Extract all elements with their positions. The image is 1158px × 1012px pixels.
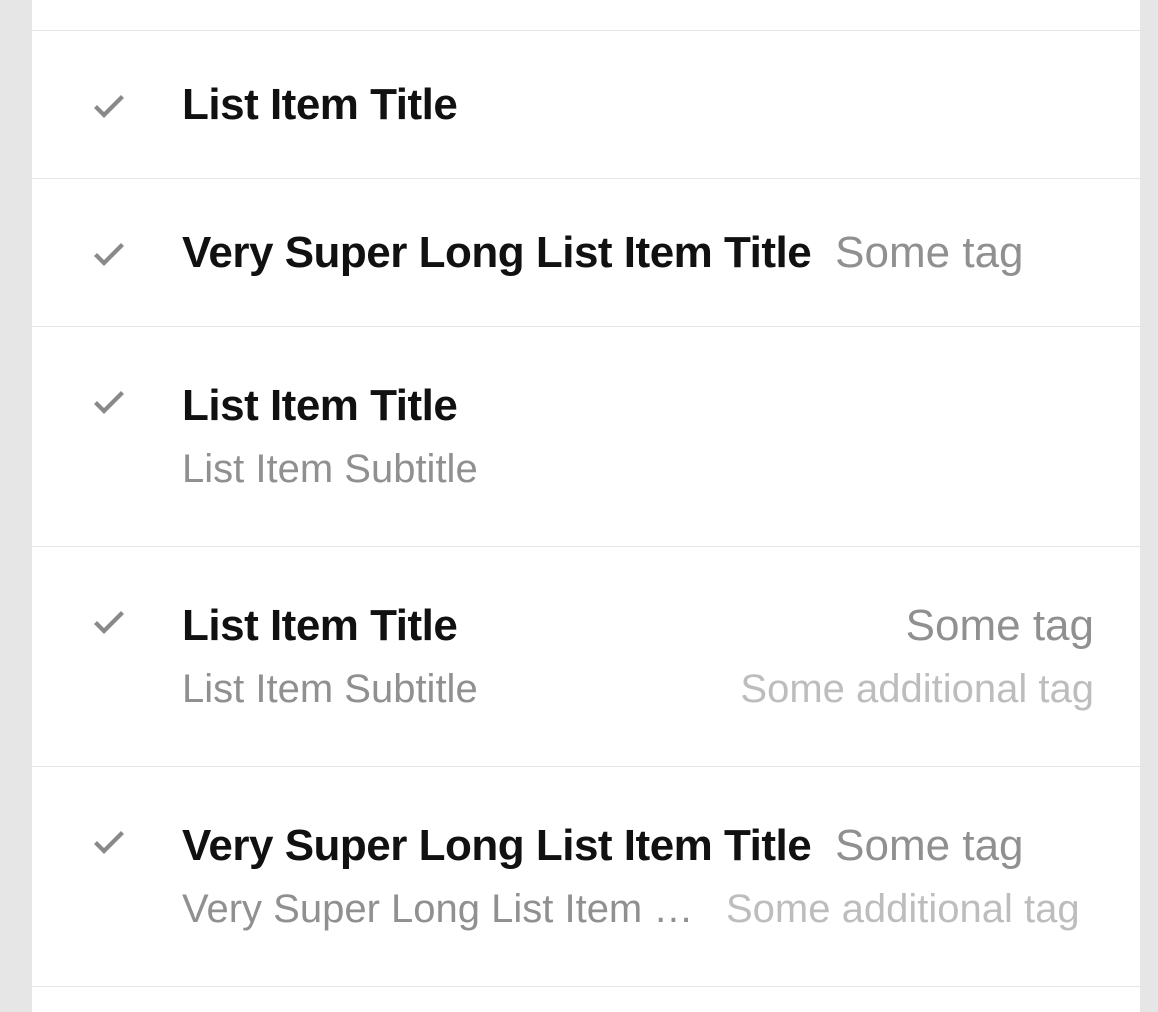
- list-container: List Item Title Very Super Long List Ite…: [32, 0, 1140, 1012]
- check-icon: [84, 381, 134, 421]
- list-item-subtitle: List Item Subtitle: [182, 667, 478, 712]
- check-icon: [84, 601, 134, 641]
- list-item-subtag: Some additional tag: [726, 887, 1080, 932]
- list-item[interactable]: List Item Title List Item Subtitle: [32, 327, 1140, 547]
- list-item-title: Very Super Long List Item Title: [182, 228, 811, 278]
- list-item[interactable]: List Item Title Some tag List Item Subti…: [32, 547, 1140, 767]
- list-item-title: List Item Title: [182, 601, 457, 651]
- list-item[interactable]: Very Super Long List Item Title Some tag…: [32, 767, 1140, 987]
- list-item[interactable]: List Item Title: [32, 31, 1140, 179]
- list-item-title: List Item Title: [182, 381, 457, 431]
- list-item-spacer: [32, 0, 1140, 31]
- list-item-subtitle: List Item Subtitle: [182, 447, 478, 492]
- list-item-subtag: Some additional tag: [716, 667, 1094, 712]
- list-item-tag: Some tag: [882, 601, 1094, 651]
- list-item-content: Very Super Long List Item Title Some tag: [182, 179, 1094, 326]
- list-item-subtitle: Very Super Long List Item Subtitle: [182, 887, 702, 932]
- list-item-content: List Item Title: [182, 31, 1094, 178]
- list-item-content: List Item Title List Item Subtitle: [182, 327, 1094, 546]
- list-item[interactable]: Very Super Long List Item Title Some tag: [32, 179, 1140, 327]
- check-icon: [84, 233, 134, 273]
- list-item-spacer: [32, 987, 1140, 1012]
- list-item-tag: Some tag: [835, 228, 1023, 278]
- list-item-content: List Item Title Some tag List Item Subti…: [182, 547, 1094, 766]
- list-item-title: List Item Title: [182, 80, 457, 130]
- list-item-title: Very Super Long List Item Title: [182, 821, 811, 871]
- list-item-tag: Some tag: [835, 821, 1023, 871]
- list-item-content: Very Super Long List Item Title Some tag…: [182, 767, 1094, 986]
- check-icon: [84, 85, 134, 125]
- check-icon: [84, 821, 134, 861]
